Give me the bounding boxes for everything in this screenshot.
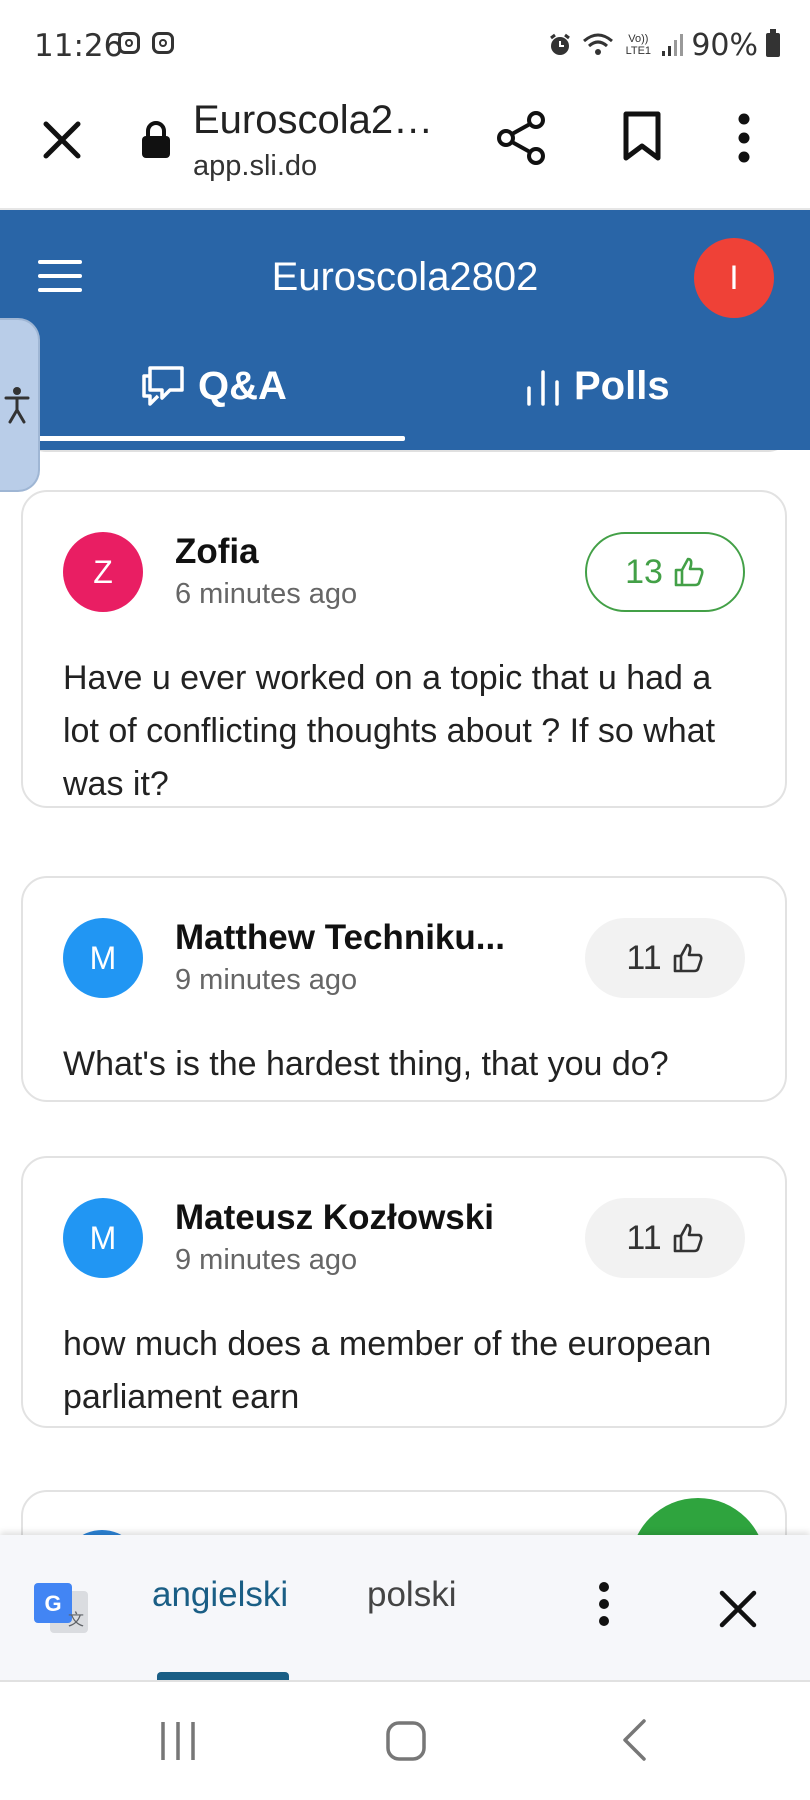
like-button[interactable]: 13 <box>585 532 745 612</box>
recent-apps-icon[interactable] <box>158 1720 198 1762</box>
author-name: Zofia <box>175 532 259 571</box>
alarm-icon <box>550 33 571 55</box>
question-text: how much does a member of the european p… <box>63 1325 712 1416</box>
home-icon[interactable] <box>385 1720 427 1762</box>
status-indicators: Vo)) LTE1 90% <box>547 27 780 63</box>
signal-icon <box>662 34 684 56</box>
user-avatar[interactable]: I <box>694 238 774 318</box>
event-title: Euroscola2802 <box>271 255 539 299</box>
thumbs-up-icon <box>673 1223 703 1253</box>
author-avatar: Z <box>63 532 143 612</box>
like-count: 13 <box>625 552 663 591</box>
like-button[interactable]: 11 <box>585 918 745 998</box>
question-card: M Matthew Techniku... 9 minutes ago 11 W… <box>21 876 787 1102</box>
back-icon[interactable] <box>620 1718 648 1762</box>
accessibility-button[interactable] <box>0 318 40 492</box>
target-language-tab[interactable]: polski <box>367 1575 456 1615</box>
browser-url: app.sli.do <box>193 150 318 182</box>
thumbs-up-icon <box>674 557 704 587</box>
question-card-partial <box>22 450 792 452</box>
question-time: 6 minutes ago <box>175 578 358 610</box>
system-navigation-bar <box>0 1682 810 1800</box>
question-text: What's is the hardest thing, that you do… <box>63 1045 669 1083</box>
more-options-icon[interactable] <box>738 112 750 164</box>
active-tab-indicator <box>20 436 405 441</box>
author-name: Matthew Techniku... <box>175 918 505 957</box>
battery-icon <box>766 29 780 57</box>
battery-percentage: 90% <box>691 27 758 63</box>
instagram-notification-icon <box>118 32 140 54</box>
author-avatar: M <box>63 918 143 998</box>
google-translate-icon[interactable]: G 文 <box>32 1581 90 1635</box>
wifi-icon <box>583 33 614 55</box>
tab-qa-label: Q&A <box>198 363 287 408</box>
lock-icon[interactable] <box>140 120 172 160</box>
translate-bar: G 文 angielski polski <box>0 1535 810 1682</box>
questions-feed[interactable]: Z Zofia 6 minutes ago 13 Have u ever wor… <box>0 450 810 1535</box>
more-options-icon[interactable] <box>598 1581 610 1627</box>
tab-polls[interactable]: Polls <box>524 358 670 414</box>
svg-text:文: 文 <box>68 1610 84 1629</box>
chat-bubbles-icon <box>142 366 184 406</box>
share-icon[interactable] <box>496 110 548 166</box>
tab-polls-label: Polls <box>574 363 670 408</box>
tab-qa[interactable]: Q&A <box>140 358 287 414</box>
close-icon[interactable] <box>38 116 86 164</box>
question-text: Have u ever worked on a topic that u had… <box>63 659 716 803</box>
bookmark-icon[interactable] <box>622 110 662 162</box>
status-bar: 11:26 Vo)) LTE1 90% <box>0 0 810 90</box>
question-card: M Mateusz Kozłowski 9 minutes ago 11 how… <box>21 1156 787 1428</box>
accessibility-icon <box>4 387 30 424</box>
bar-chart-icon <box>527 370 559 406</box>
instagram-notification-icon <box>152 32 174 54</box>
browser-page-title: Euroscola2… <box>193 98 434 142</box>
like-count: 11 <box>626 1218 662 1257</box>
svg-text:G: G <box>44 1591 61 1616</box>
app-header: Euroscola2802 I Q&A Polls <box>0 210 810 450</box>
selected-language-indicator <box>157 1672 289 1680</box>
volte-label: Vo)) LTE1 <box>625 33 652 57</box>
status-time: 11:26 <box>34 28 124 64</box>
question-time: 9 minutes ago <box>175 964 358 996</box>
author-name: Mateusz Kozłowski <box>175 1198 494 1237</box>
like-button[interactable]: 11 <box>585 1198 745 1278</box>
source-language-tab[interactable]: angielski <box>152 1575 288 1615</box>
close-icon[interactable] <box>718 1589 758 1629</box>
like-count: 11 <box>626 938 662 977</box>
browser-toolbar: Euroscola2… app.sli.do <box>0 90 810 210</box>
author-avatar: M <box>63 1198 143 1278</box>
question-card: Z Zofia 6 minutes ago 13 Have u ever wor… <box>21 490 787 808</box>
question-time: 9 minutes ago <box>175 1244 358 1276</box>
thumbs-up-icon <box>673 943 703 973</box>
